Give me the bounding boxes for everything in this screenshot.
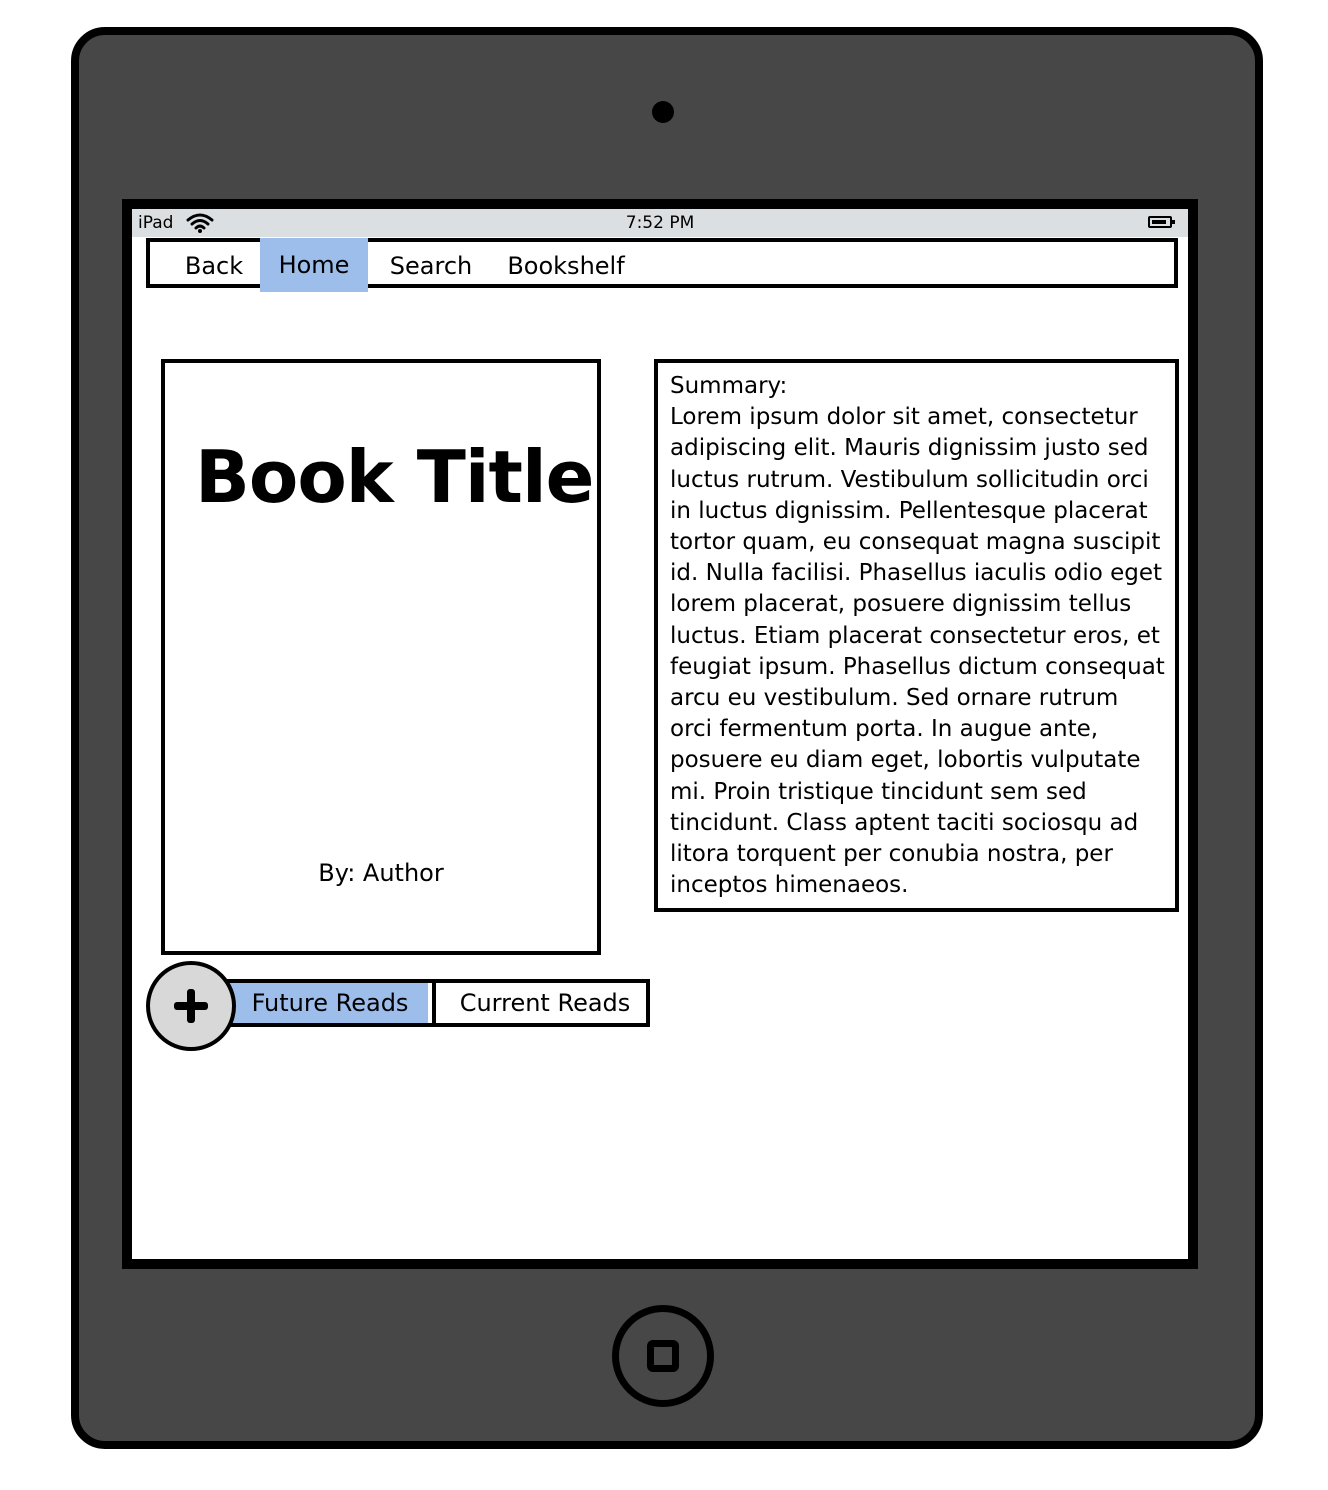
nav-tab-bookshelf[interactable]: Bookshelf: [502, 242, 630, 292]
summary-text: Lorem ipsum dolor sit amet, consectetur …: [670, 404, 1165, 899]
nav-tab-home[interactable]: Home: [260, 238, 368, 292]
back-button[interactable]: Back: [164, 242, 264, 292]
plus-icon: [174, 989, 208, 1023]
home-button[interactable]: [612, 1305, 714, 1407]
screen: iPad 7:52 PM Back Home Search Bookshelf …: [132, 209, 1188, 1259]
add-button[interactable]: [146, 961, 236, 1051]
nav-bar: Back Home Search Bookshelf: [146, 238, 1178, 292]
battery-icon: [1148, 216, 1175, 228]
clock: 7:52 PM: [625, 213, 695, 233]
home-square-icon: [647, 1340, 679, 1372]
summary-panel: Summary: Lorem ipsum dolor sit amet, con…: [654, 359, 1179, 912]
book-title: Book Title: [195, 435, 594, 519]
tab-current-reads[interactable]: Current Reads: [432, 983, 654, 1023]
nav-tab-search[interactable]: Search: [376, 242, 486, 292]
book-cover: Book Title By: Author: [161, 359, 601, 955]
summary-heading: Summary:: [670, 373, 788, 399]
tab-future-reads[interactable]: Future Reads: [226, 983, 428, 1023]
camera-icon: [652, 101, 674, 123]
book-author: By: Author: [318, 859, 444, 887]
status-bar: iPad 7:52 PM: [132, 209, 1188, 237]
reading-list-tabs: Future Reads Current Reads: [222, 979, 650, 1027]
